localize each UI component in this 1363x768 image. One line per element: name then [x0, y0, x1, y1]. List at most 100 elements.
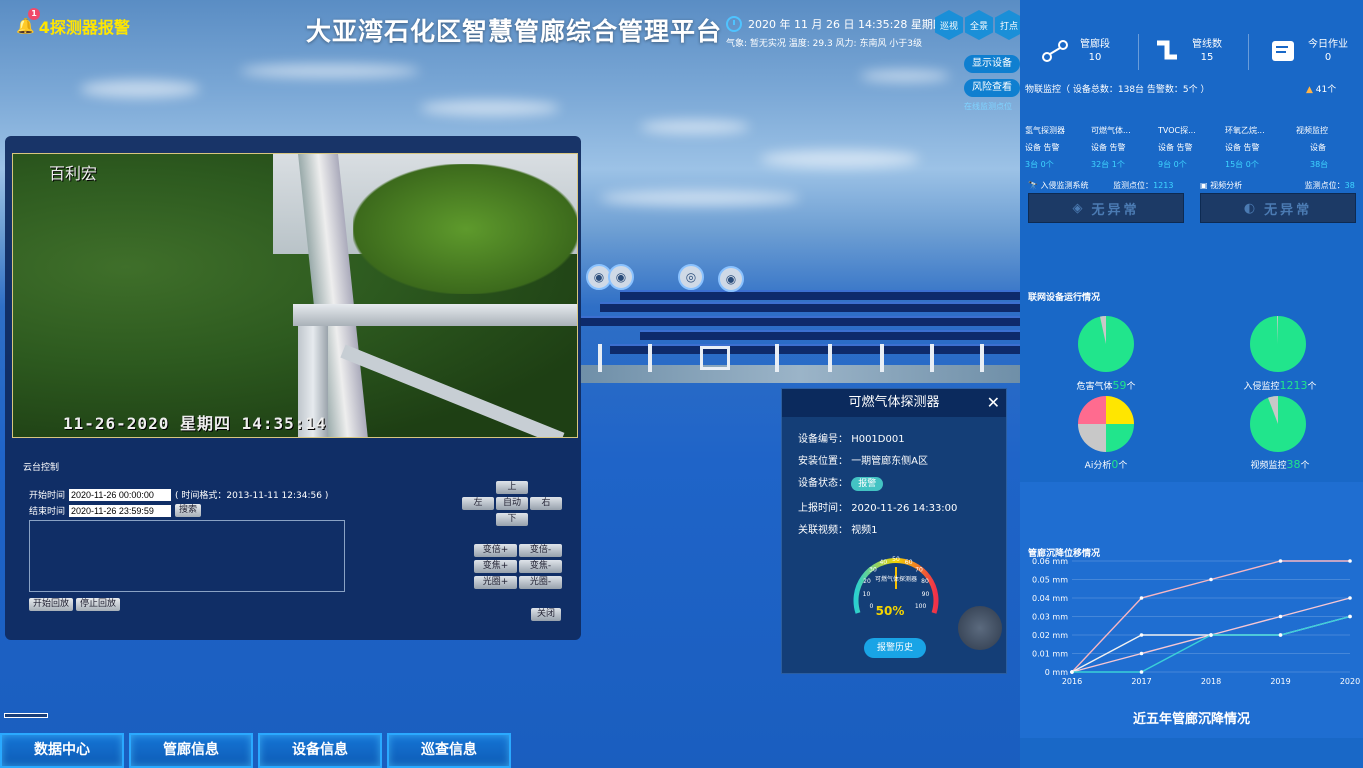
close-icon[interactable]: ✕ — [987, 389, 1000, 417]
pie-intrusion[interactable] — [1248, 314, 1308, 374]
nav-gallery-info[interactable]: 管廊信息 — [129, 733, 253, 768]
x-tick-label: 2019 — [1270, 677, 1290, 686]
ptz-down-button[interactable]: 下 — [496, 513, 528, 526]
nav-patrol-info[interactable]: 巡查信息 — [387, 733, 511, 768]
device-header: 设备 告警 — [1091, 143, 1126, 152]
data-point — [1139, 670, 1144, 674]
start-time-input[interactable]: 2020-11-26 00:00:00 — [69, 488, 172, 501]
gauge-tick-label: 50 — [892, 556, 900, 563]
iris-close-button[interactable]: 光圈- — [519, 576, 562, 589]
device-header: 设备 — [1310, 143, 1326, 152]
video-analysis-status-box[interactable]: ◐ 无异常 — [1200, 193, 1356, 223]
camera-marker-icon[interactable]: ◉ — [608, 264, 634, 290]
stat-pipe-sections: 管廊段 10 — [1040, 32, 1110, 70]
data-point — [1278, 614, 1283, 619]
camera-marker-icon[interactable]: ◉ — [718, 266, 744, 292]
cloud — [760, 150, 920, 168]
device-col-video[interactable]: 视频监控 设备 38台 — [1296, 122, 1362, 173]
status-label: 设备状态： — [798, 478, 848, 489]
ptz-left-button[interactable]: 左 — [462, 497, 494, 510]
risk-view-button[interactable]: 风险查看 — [964, 79, 1020, 97]
report-time-row: 上报时间： 2020-11-26 14:33:00 — [798, 499, 957, 514]
iris-open-button[interactable]: 光圈+ — [474, 576, 517, 589]
device-col-hydrogen[interactable]: 氢气探测器 设备 告警 3台 0个 — [1025, 122, 1091, 173]
scroll-handle[interactable] — [4, 713, 48, 718]
search-button[interactable]: 搜索 — [175, 504, 202, 517]
alarm-count: 1个 — [1111, 160, 1125, 169]
start-playback-button[interactable]: 开始回放 — [29, 598, 74, 611]
alarm-count: 0个 — [1040, 160, 1054, 169]
alarm-count: 0个 — [1173, 160, 1187, 169]
gauge-tick-label: 10 — [863, 591, 871, 598]
stat-pipelines: 管线数 15 — [1152, 32, 1222, 70]
video-feed[interactable]: 百利宏 11-26-2020 星期四 14:35:14 — [12, 153, 578, 438]
pie-video-monitor-label: 视频监控38个 — [1250, 458, 1310, 471]
close-video-button[interactable]: 关闭 — [531, 608, 561, 621]
focus-in-button[interactable]: 变焦+ — [474, 560, 517, 573]
pipe-section-icon — [1040, 38, 1070, 64]
device-count: 3台 — [1025, 160, 1039, 169]
cloud — [420, 100, 560, 116]
stat-label: 今日作业 — [1308, 39, 1348, 50]
gauge-tick-label: 90 — [922, 591, 930, 598]
panorama-button[interactable]: 全景 — [965, 10, 993, 40]
alarm-history-button[interactable]: 报警历史 — [864, 638, 926, 658]
video-overlay-timestamp: 11-26-2020 星期四 14:35:14 — [63, 414, 327, 433]
mark-point-button[interactable]: 打点 — [995, 10, 1023, 40]
settlement-line-chart[interactable]: 0 mm 0.01 mm 0.02 mm 0.03 mm 0.04 mm 0.05 mm 0… — [1020, 555, 1363, 690]
end-time-input[interactable]: 2020-11-26 23:59:59 — [69, 504, 172, 517]
series-line — [1072, 615, 1351, 673]
data-point — [1139, 596, 1144, 600]
detector-alarm[interactable]: 🔔 1 4探测器报警 — [16, 8, 130, 38]
pie-ai-analysis[interactable] — [1076, 394, 1136, 454]
end-time-label: 结束时间 — [29, 507, 66, 517]
datetime-text: 2020 年 11 月 26 日 14:35:28 星期四 — [748, 18, 944, 31]
data-point — [1348, 559, 1352, 563]
y-tick-label: 0.01 mm — [1032, 650, 1068, 659]
ptz-auto-button[interactable]: 自动 — [496, 497, 528, 510]
ptz-right-button[interactable]: 右 — [530, 497, 562, 510]
nav-device-info[interactable]: 设备信息 — [258, 733, 382, 768]
pie-hazard-gas[interactable] — [1076, 314, 1136, 374]
pie-video-monitor[interactable] — [1248, 394, 1308, 454]
pipe-gallery-scene[interactable]: ◉ ◉ ◎ ◉ — [580, 240, 1020, 390]
location-row: 安装位置： 一期管廊东侧A区 — [798, 452, 928, 467]
stat-value: 0 — [1324, 52, 1332, 63]
linked-video-value[interactable]: 视频1 — [851, 525, 877, 536]
gauge-tick-label: 80 — [921, 578, 929, 585]
device-col-combustible[interactable]: 可燃气体... 设备 告警 32台 1个 — [1091, 122, 1157, 173]
data-point — [1139, 651, 1144, 656]
patrol-button[interactable]: 巡视 — [935, 10, 963, 40]
show-devices-button[interactable]: 显示设备 — [964, 55, 1020, 73]
zoom-in-button[interactable]: 变倍+ — [474, 544, 517, 557]
settlement-chart-footer: 近五年管廊沉降情况 — [1132, 712, 1250, 727]
y-tick-label: 0.06 mm — [1032, 557, 1068, 566]
device-count: 15台 — [1225, 160, 1244, 169]
online-points-link[interactable]: 在线监测点位 — [964, 101, 1012, 112]
location-value: 一期管廊东侧A区 — [851, 456, 929, 467]
device-count: 32台 — [1091, 160, 1110, 169]
focus-out-button[interactable]: 变焦- — [519, 560, 562, 573]
gauge-tick-label: 0 — [869, 603, 873, 610]
video-analysis-icon: ▣ — [1200, 181, 1208, 190]
video-points-label: 监测点位： — [1304, 181, 1345, 190]
stop-playback-button[interactable]: 停止回放 — [76, 598, 121, 611]
detector-title: 可燃气体探测器 — [848, 395, 940, 410]
detector-marker-icon[interactable]: ◎ — [678, 264, 704, 290]
playback-list[interactable] — [29, 520, 345, 592]
end-time-row: 结束时间 2020-11-26 23:59:59 搜索 — [29, 504, 202, 517]
nav-data-center[interactable]: 数据中心 — [0, 733, 124, 768]
intrusion-status-box[interactable]: ◈ 无异常 — [1028, 193, 1184, 223]
device-col-tvoc[interactable]: TVOC探... 设备 告警 9台 0个 — [1158, 122, 1224, 173]
device-col-ethylene-oxide[interactable]: 环氧乙烷... 设备 告警 15台 0个 — [1225, 122, 1291, 173]
zoom-out-button[interactable]: 变倍- — [519, 544, 562, 557]
ptz-up-button[interactable]: 上 — [496, 481, 528, 494]
gauge-tick-label: 30 — [869, 567, 877, 574]
device-header: 设备 告警 — [1158, 143, 1193, 152]
cloud — [600, 190, 800, 206]
ptz-control-label: 云台控制 — [23, 463, 60, 473]
pipeline-icon — [1152, 38, 1182, 64]
compass-icon[interactable] — [958, 606, 1002, 650]
device-header: 设备 告警 — [1025, 143, 1060, 152]
device-name: TVOC探... — [1158, 126, 1196, 135]
